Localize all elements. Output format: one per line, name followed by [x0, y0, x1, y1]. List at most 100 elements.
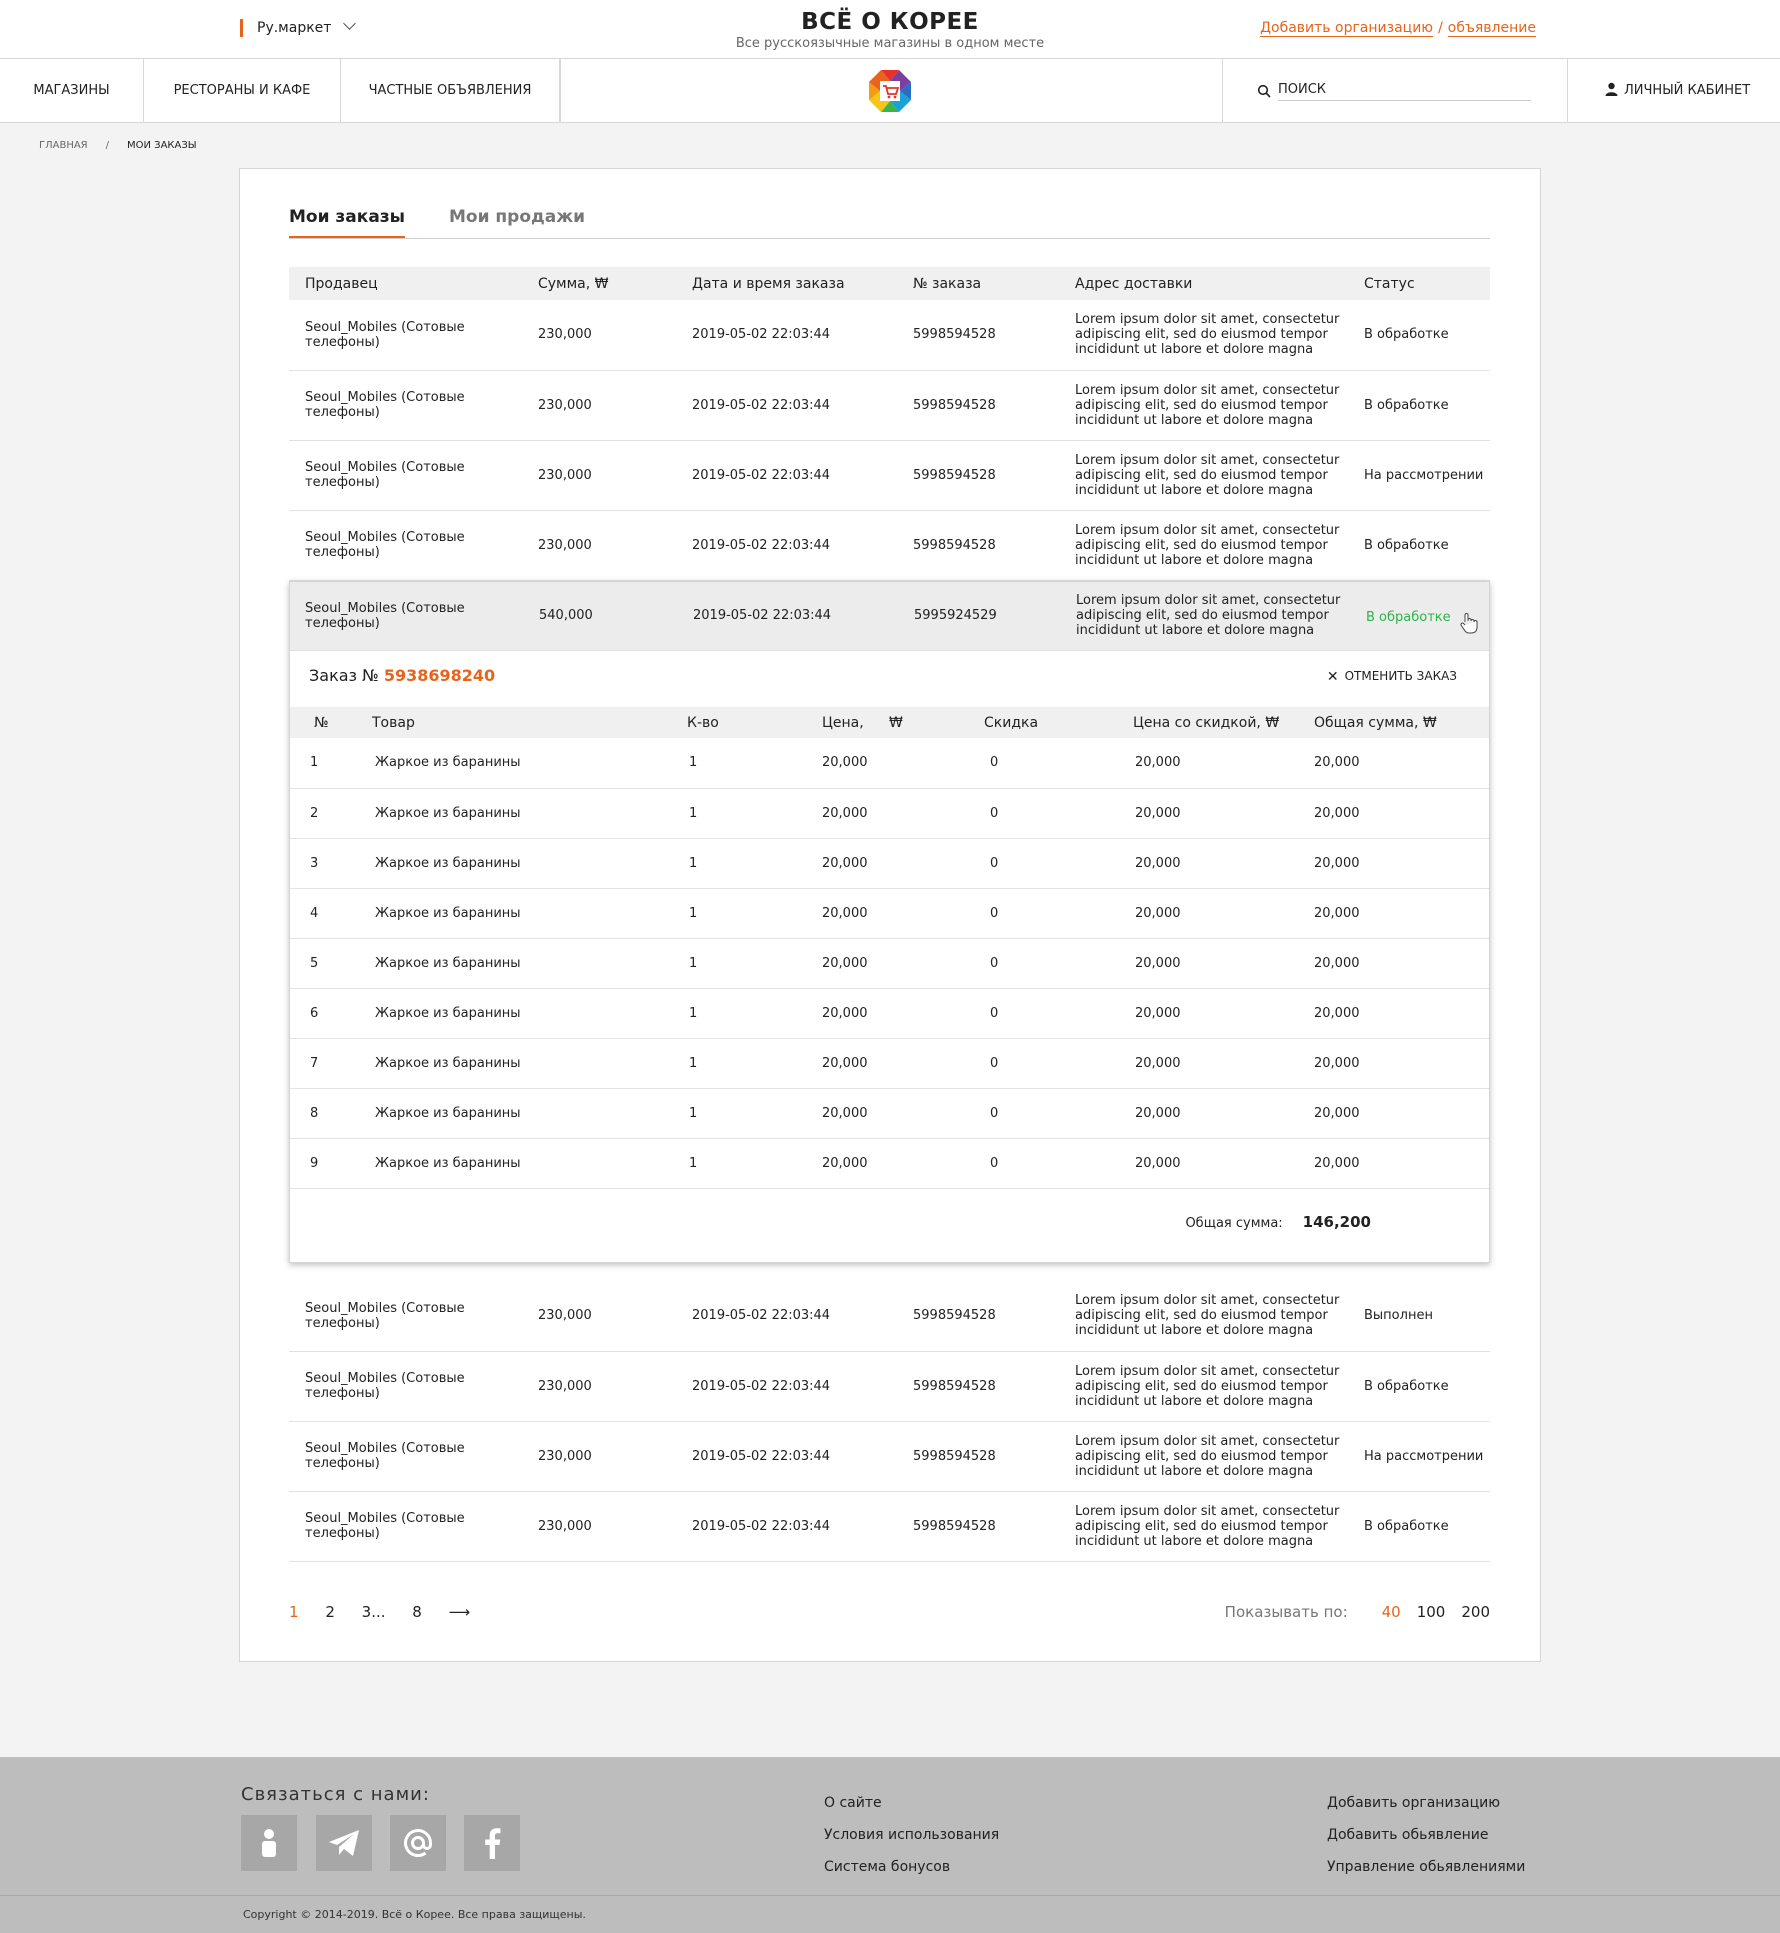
per-page-40[interactable]: 40 [1382, 1603, 1401, 1621]
item-discount: 0 [984, 1138, 1133, 1189]
add-organization-link[interactable]: Добавить организацию [1260, 20, 1434, 37]
item-name: Жаркое из баранины [372, 788, 687, 839]
personal-cabinet-link[interactable]: ЛИЧНЫЙ КАБИНЕТ [1605, 59, 1750, 123]
order-address: Lorem ipsum dolor sit amet, consectetur … [1059, 370, 1348, 441]
order-row[interactable]: Seoul_Mobiles (Сотовые телефоны) 230,000 2… [289, 1281, 1490, 1352]
order-address: Lorem ipsum dolor sit amet, consectetur … [1059, 510, 1348, 581]
item-name: Жаркое из баранины [372, 888, 687, 939]
footer-link-terms[interactable]: Условия использования [824, 1819, 999, 1851]
search-input[interactable] [1278, 79, 1531, 101]
per-page-100[interactable]: 100 [1417, 1603, 1446, 1621]
col-sum: Сумма, ₩ [522, 267, 676, 300]
order-status: В обработке [1348, 510, 1490, 581]
col-item-total: Общая сумма, ₩ [1314, 707, 1489, 738]
order-date: 2019-05-02 22:03:44 [676, 1421, 897, 1492]
page-8[interactable]: 8 [412, 1603, 422, 1621]
item-qty: 1 [687, 788, 822, 839]
item-total: 20,000 [1314, 838, 1489, 889]
item-qty: 1 [687, 738, 822, 789]
order-row[interactable]: Seoul_Mobiles (Сотовые телефоны) 230,000 2… [289, 1421, 1490, 1492]
item-price: 20,000 [822, 1088, 889, 1139]
order-seller: Seoul_Mobiles (Сотовые телефоны) [289, 300, 522, 371]
item-qty: 1 [687, 988, 822, 1039]
order-number: 5998594528 [897, 1281, 1059, 1352]
breadcrumb-separator: / [105, 140, 110, 151]
page-1[interactable]: 1 [289, 1603, 299, 1621]
item-discounted-price: 20,000 [1133, 1038, 1314, 1089]
item-discounted-price: 20,000 [1133, 1088, 1314, 1139]
item-row: 5 Жаркое из баранины 1 20,000 0 20,000 20,000 [290, 938, 1489, 989]
order-status: В обработке [1348, 1491, 1490, 1562]
order-address: Lorem ipsum dolor sit amet, consectetur … [1059, 1491, 1348, 1562]
item-discounted-price: 20,000 [1133, 938, 1314, 989]
order-seller: Seoul_Mobiles (Сотовые телефоны) [289, 510, 522, 581]
item-spacer [889, 1088, 984, 1139]
col-address: Адрес доставки [1059, 267, 1348, 300]
order-row[interactable]: Seoul_Mobiles (Сотовые телефоны) 230,000 2… [289, 1351, 1490, 1422]
cabinet-label: ЛИЧНЫЙ КАБИНЕТ [1624, 83, 1751, 98]
order-number: 5995924529 [914, 608, 997, 623]
order-date: 2019-05-02 22:03:44 [676, 1491, 897, 1562]
order-row[interactable]: Seoul_Mobiles (Сотовые телефоны) 230,000 2… [289, 300, 1490, 371]
order-seller: Seoul_Mobiles (Сотовые телефоны) [289, 1421, 522, 1492]
telegram-icon[interactable] [316, 1815, 372, 1871]
next-page-arrow-icon[interactable]: ⟶ [449, 1603, 471, 1621]
order-row[interactable]: Seoul_Mobiles (Сотовые телефоны) 230,000 2… [289, 1491, 1490, 1562]
breadcrumb: ГЛАВНАЯ / МОИ ЗАКАЗЫ [39, 140, 215, 151]
item-spacer [889, 1038, 984, 1089]
orders-table-top: Продавец Сумма, ₩ Дата и время заказа № … [289, 267, 1490, 581]
item-total: 20,000 [1314, 1038, 1489, 1089]
person-icon[interactable] [241, 1815, 297, 1871]
item-row: 3 Жаркое из баранины 1 20,000 0 20,000 20,000 [290, 838, 1489, 889]
order-row[interactable]: Seoul_Mobiles (Сотовые телефоны) 230,000 2… [289, 510, 1490, 581]
orders-panel: Мои заказы Мои продажи Продавец Сумма, ₩… [239, 168, 1541, 1662]
footer-link-add-ad[interactable]: Добавить обьявление [1327, 1819, 1525, 1851]
order-date: 2019-05-02 22:03:44 [676, 440, 897, 511]
site-logo[interactable] [867, 68, 913, 114]
order-seller: Seoul_Mobiles (Сотовые телефоны) [305, 601, 465, 631]
order-row[interactable]: Seoul_Mobiles (Сотовые телефоны) 230,000 2… [289, 370, 1490, 441]
page-3[interactable]: 3... [362, 1603, 386, 1621]
footer-link-about[interactable]: О сайте [824, 1787, 999, 1819]
order-sum: 230,000 [522, 1491, 676, 1562]
order-sum: 230,000 [522, 370, 676, 441]
order-sum: 230,000 [522, 1421, 676, 1492]
order-status: В обработке [1348, 300, 1490, 371]
order-sum: 230,000 [522, 510, 676, 581]
tab-my-orders[interactable]: Мои заказы [289, 205, 406, 238]
breadcrumb-home[interactable]: ГЛАВНАЯ [39, 140, 88, 151]
item-row: 7 Жаркое из баранины 1 20,000 0 20,000 20,000 [290, 1038, 1489, 1089]
order-row[interactable]: Seoul_Mobiles (Сотовые телефоны) 230,000 2… [289, 440, 1490, 511]
pagination: 1 2 3... 8 ⟶ [289, 1603, 492, 1621]
close-icon: ✕ [1326, 669, 1339, 685]
order-detail-label: Заказ № [309, 666, 379, 685]
nav-restaurants[interactable]: РЕСТОРАНЫ И КАФЕ [144, 59, 341, 123]
order-status: В обработке [1366, 610, 1451, 625]
col-item-qty: К-во [687, 707, 822, 738]
footer-link-manage-ads[interactable]: Управление обьявлениями [1327, 1851, 1525, 1883]
page-2[interactable]: 2 [325, 1603, 335, 1621]
order-status: Выполнен [1348, 1281, 1490, 1352]
nav-shops[interactable]: МАГАЗИНЫ [0, 59, 144, 123]
order-number: 5998594528 [897, 510, 1059, 581]
item-total: 20,000 [1314, 938, 1489, 989]
item-spacer [889, 788, 984, 839]
facebook-icon[interactable] [464, 1815, 520, 1871]
at-icon[interactable] [390, 1815, 446, 1871]
cancel-order-button[interactable]: ✕ ОТМЕНИТЬ ЗАКАЗ [1326, 668, 1457, 685]
item-name: Жаркое из баранины [372, 1088, 687, 1139]
item-discount: 0 [984, 1088, 1133, 1139]
add-ad-link[interactable]: объявление [1447, 20, 1536, 37]
item-qty: 1 [687, 838, 822, 889]
per-page-200[interactable]: 200 [1461, 1603, 1490, 1621]
tab-my-sales[interactable]: Мои продажи [449, 205, 585, 229]
footer-link-bonus[interactable]: Система бонусов [824, 1851, 999, 1883]
nav-private-ads[interactable]: ЧАСТНЫЕ ОБЪЯВЛЕНИЯ [341, 59, 560, 123]
user-icon [1605, 82, 1618, 96]
col-seller: Продавец [289, 267, 522, 300]
footer-link-add-org[interactable]: Добавить организацию [1327, 1787, 1525, 1819]
expanded-order-row[interactable]: Seoul_Mobiles (Сотовые телефоны) 540,000… [290, 582, 1489, 651]
item-discount: 0 [984, 938, 1133, 989]
item-row: 6 Жаркое из баранины 1 20,000 0 20,000 20,000 [290, 988, 1489, 1039]
orders-header-row: Продавец Сумма, ₩ Дата и время заказа № … [289, 267, 1490, 300]
